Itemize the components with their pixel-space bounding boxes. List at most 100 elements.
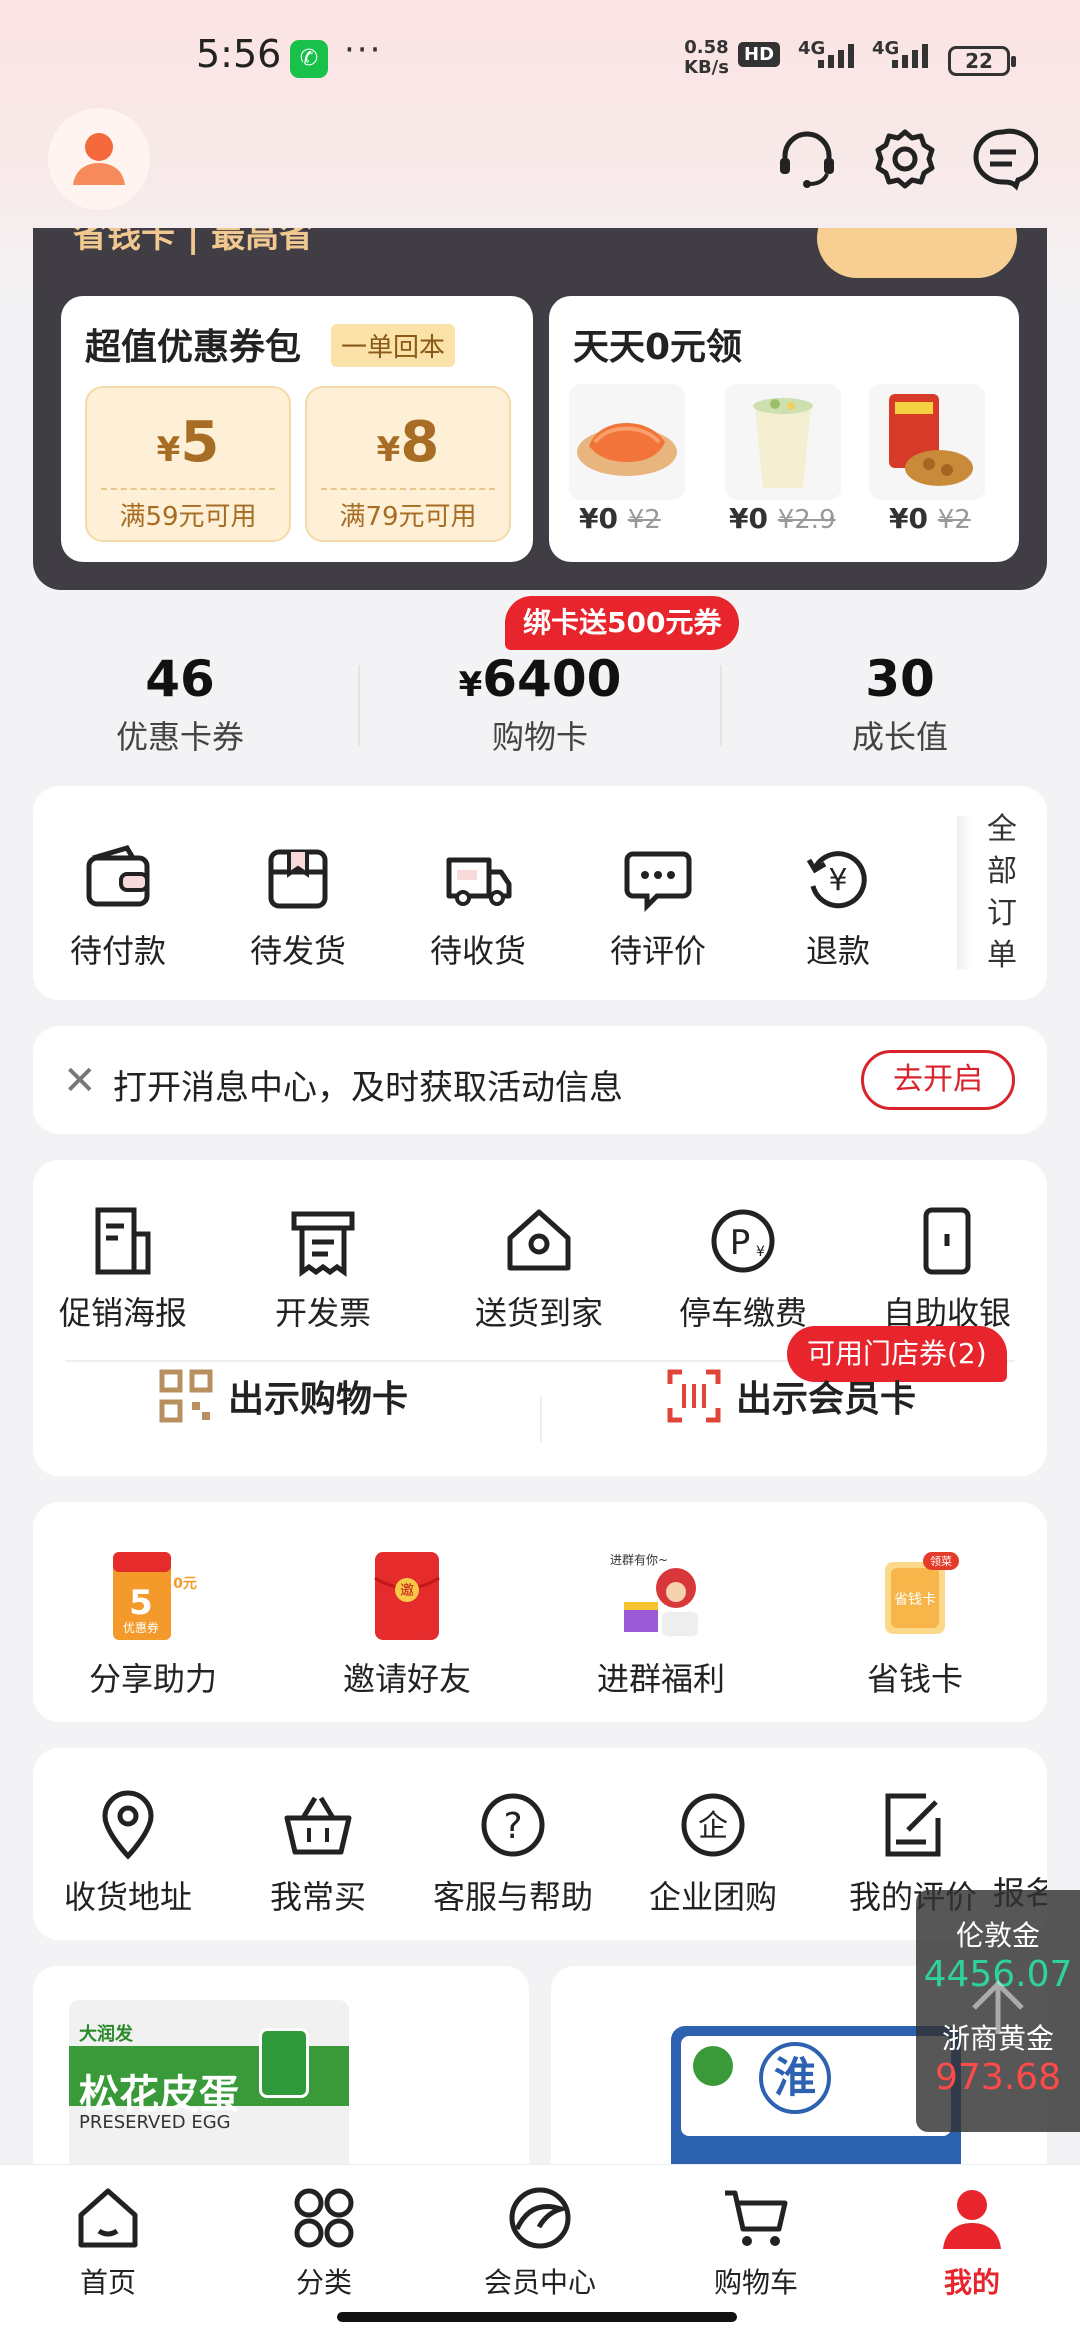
home-icon: [78, 2188, 138, 2248]
show-member-card-button[interactable]: 出示会员卡: [666, 1368, 916, 1424]
stat-shopping-card[interactable]: ¥6400 购物卡: [360, 650, 720, 758]
service-self-checkout[interactable]: 自助收银: [857, 1204, 1037, 1334]
product-image-carrot[interactable]: [569, 384, 685, 500]
user-icon: [943, 2190, 1001, 2249]
avatar[interactable]: [48, 108, 150, 210]
scroll-top-icon[interactable]: [960, 1978, 1036, 2038]
wechat-icon: ✆: [290, 40, 328, 78]
tool-frequent-buys[interactable]: 我常买: [223, 1788, 413, 1918]
product-english-name: PRESERVED EGG: [79, 2112, 231, 2133]
customer-service-icon[interactable]: [772, 124, 842, 194]
product-card-preserved-egg[interactable]: 大润发 松花皮蛋 PRESERVED EGG: [33, 1966, 529, 2166]
all-orders-link[interactable]: 全部订单: [957, 786, 1047, 1000]
show-shopping-card-button[interactable]: 出示购物卡: [158, 1368, 408, 1424]
comment-icon: [624, 851, 692, 913]
signal-icon-2: [892, 44, 928, 68]
coupon-5[interactable]: ¥5 满59元可用: [85, 386, 291, 542]
coupon-8[interactable]: ¥8 满79元可用: [305, 386, 511, 542]
free-daily-title: 天天0元领: [573, 327, 743, 368]
member-center-icon: [509, 2187, 571, 2249]
promo-invite-friends[interactable]: 邀 邀请好友: [307, 1548, 507, 1700]
category-icon: [294, 2188, 354, 2248]
notification-banner: ✕ 打开消息中心，及时获取活动信息 去开启: [33, 1026, 1047, 1134]
svg-text:0元: 0元: [173, 1576, 197, 1592]
signal-icon-1: [818, 44, 854, 68]
stat-coupons[interactable]: 46 优惠卡券: [0, 650, 360, 758]
nav-category[interactable]: 分类: [234, 2185, 414, 2301]
message-icon[interactable]: [968, 124, 1038, 194]
truck-icon: [446, 857, 512, 906]
promo-share-boost[interactable]: 5 优惠券 0元 分享助力: [53, 1548, 253, 1700]
service-invoice[interactable]: 开发票: [243, 1204, 403, 1334]
parking-icon: P ¥: [711, 1209, 775, 1273]
zheshang-gold-value: 973.68: [935, 2057, 1061, 2098]
nav-home[interactable]: 首页: [18, 2185, 198, 2301]
user-icon: [73, 133, 125, 185]
nav-cart[interactable]: 购物车: [666, 2185, 846, 2301]
promo-saving-card[interactable]: 省钱卡 领菜 省钱卡: [815, 1548, 1015, 1700]
close-icon[interactable]: ✕: [63, 1058, 97, 1104]
nav-mine[interactable]: 我的: [882, 2185, 1062, 2301]
orders-panel: 待付款 待发货 待收货 待评价 ¥ 退款 全部订单: [33, 786, 1047, 1000]
monkey-gift-icon: 进群有你~: [610, 1553, 698, 1636]
svg-text:¥: ¥: [756, 1244, 765, 1260]
package-icon: [268, 849, 328, 909]
status-bar: 5:56 ✆ ··· 0.58 KB/s HD 4G 4G 22: [0, 0, 1080, 120]
wallet-icon: [86, 845, 150, 907]
basket-icon: [284, 1796, 352, 1855]
order-refund[interactable]: ¥ 退款: [763, 842, 913, 972]
notification-text: 打开消息中心，及时获取活动信息: [113, 1068, 623, 1108]
stat-growth[interactable]: 30 成长值: [720, 650, 1080, 758]
poster-icon: [95, 1207, 151, 1275]
tool-help[interactable]: ? 客服与帮助: [413, 1788, 613, 1918]
saving-card-icon: 省钱卡 领菜: [885, 1552, 959, 1634]
enterprise-icon: 企: [681, 1793, 745, 1857]
tools-panel: 收货地址 我常买 ? 客服与帮助 企 企业团购 我的评价 报名: [33, 1748, 1047, 1940]
svg-text:领菜: 领菜: [930, 1555, 952, 1568]
svg-text:P: P: [730, 1223, 751, 1263]
order-pending-shipment[interactable]: 待发货: [223, 842, 373, 972]
open-saving-card-button[interactable]: [817, 228, 1017, 278]
product-image-snack[interactable]: [869, 384, 985, 500]
order-pending-review[interactable]: 待评价: [583, 842, 733, 972]
invoice-icon: [291, 1211, 355, 1277]
tool-enterprise[interactable]: 企 企业团购: [613, 1788, 813, 1918]
order-pending-payment[interactable]: 待付款: [43, 842, 193, 972]
svg-text:5: 5: [129, 1583, 153, 1623]
product-logo: 淮: [759, 2042, 831, 2114]
svg-text:¥: ¥: [828, 863, 847, 898]
home-icon: [507, 1209, 571, 1271]
bind-card-tag[interactable]: 绑卡送500元券: [505, 596, 740, 650]
svg-text:?: ?: [503, 1806, 522, 1847]
svg-text:省钱卡: 省钱卡: [894, 1592, 936, 1608]
svg-text:邀: 邀: [400, 1583, 414, 1599]
hd-icon: HD: [738, 42, 781, 67]
service-promo-poster[interactable]: 促销海报: [43, 1204, 203, 1334]
saving-card-title-peek: 省钱卡 | 最高省: [73, 228, 314, 256]
svg-text:进群有你~: 进群有你~: [610, 1553, 668, 1567]
refund-icon: ¥: [806, 851, 867, 909]
gold-price-widget[interactable]: 伦敦金 4456.07 浙商黄金 973.68: [916, 1890, 1080, 2132]
enable-notifications-button[interactable]: 去开启: [861, 1050, 1015, 1110]
tool-address[interactable]: 收货地址: [33, 1788, 223, 1918]
free-item-price-1: ¥0 ¥2: [579, 502, 661, 535]
service-parking[interactable]: P ¥ 停车缴费: [653, 1204, 833, 1334]
svg-text:企: 企: [698, 1809, 728, 1844]
location-pin-icon: [102, 1790, 154, 1860]
free-item-price-3: ¥0 ¥2: [889, 502, 971, 535]
product-image-drink[interactable]: [725, 384, 841, 500]
nav-member-center[interactable]: 会员中心: [450, 2185, 630, 2301]
settings-gear-icon[interactable]: [870, 124, 940, 194]
more-notifications-icon: ···: [344, 30, 383, 70]
promo-join-group[interactable]: 进群有你~ 进群福利: [561, 1548, 761, 1700]
svg-text:优惠券: 优惠券: [123, 1620, 159, 1635]
promotions-panel: 5 优惠券 0元 分享助力 邀 邀请好友 进群有你~ 进群福利 省钱卡 领菜 省钱卡: [33, 1502, 1047, 1722]
coupon-pack-badge: 一单回本: [331, 324, 456, 367]
coupon-pack-card[interactable]: 超值优惠券包 一单回本 ¥5 满59元可用 ¥8 满79元可用: [61, 296, 533, 562]
barcode-icon: [667, 1369, 721, 1423]
free-daily-card[interactable]: 天天0元领 ¥0 ¥2 ¥0 ¥2.9 ¥0 ¥2: [549, 296, 1019, 562]
phone-icon: [923, 1207, 971, 1275]
order-pending-receipt[interactable]: 待收货: [403, 842, 553, 972]
service-home-delivery[interactable]: 送货到家: [449, 1204, 629, 1334]
london-gold-label: 伦敦金: [955, 1919, 1040, 1952]
